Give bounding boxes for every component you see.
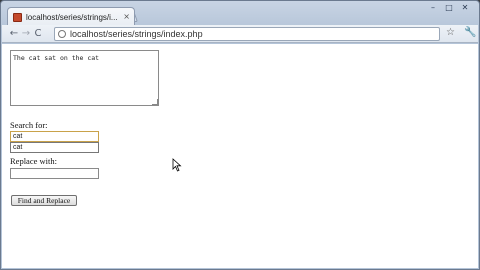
text-input-area[interactable]: The cat sat on the cat [10, 50, 159, 106]
mouse-cursor-icon [172, 158, 182, 172]
address-bar[interactable]: localhost/series/strings/index.php [54, 27, 440, 41]
tab-strip: localhost/series/strings/i... × – □ ✕ [1, 1, 479, 26]
wrench-icon[interactable]: 🔧 [464, 27, 476, 38]
reload-icon[interactable]: C [32, 28, 44, 39]
minimize-button[interactable]: – [427, 3, 439, 13]
star-icon[interactable]: ☆ [446, 27, 455, 38]
forward-arrow-icon[interactable]: → [20, 28, 32, 39]
page-info-icon[interactable] [58, 30, 66, 38]
favicon-icon [13, 12, 22, 22]
browser-toolbar: ← → C localhost/series/strings/index.php… [2, 25, 478, 43]
tab-active[interactable]: localhost/series/strings/i... × [7, 7, 135, 26]
window-controls: – □ ✕ [427, 3, 471, 13]
browser-window: localhost/series/strings/i... × – □ ✕ ← … [0, 0, 480, 270]
search-label: Search for: [10, 120, 48, 130]
replace-input[interactable] [10, 168, 99, 179]
back-arrow-icon[interactable]: ← [8, 28, 20, 39]
find-and-replace-button[interactable]: Find and Replace [11, 195, 77, 206]
close-window-button[interactable]: ✕ [459, 3, 471, 13]
tab-title: localhost/series/strings/i... [26, 12, 118, 22]
search-input[interactable]: cat [10, 131, 99, 142]
maximize-button[interactable]: □ [443, 3, 455, 13]
textarea-resize-handle[interactable] [152, 99, 158, 105]
autocomplete-suggestion[interactable]: cat [10, 142, 99, 153]
tab-close-icon[interactable]: × [123, 13, 130, 21]
replace-label: Replace with: [10, 156, 57, 166]
address-url[interactable]: localhost/series/strings/index.php [70, 29, 203, 39]
page-content: The cat sat on the cat Search for: cat c… [2, 44, 478, 268]
